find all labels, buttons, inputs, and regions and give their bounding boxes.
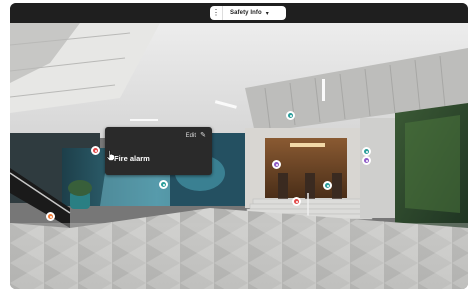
pencil-icon[interactable]: ✎ [200, 131, 206, 139]
chevron-down-icon: ▾ [265, 10, 269, 17]
tag-tooltip: Edit ✎ Fire alarm [105, 127, 212, 175]
tag-title: Fire alarm [114, 154, 150, 163]
hotspot-escalator[interactable] [46, 212, 55, 221]
edit-button[interactable]: Edit [186, 133, 196, 139]
dropdown-label: Safety Info [230, 10, 262, 16]
viewer-frame: ⋮ Safety Info ▾ Edit ✎ Fire alarm [10, 3, 468, 289]
hotspot-center[interactable] [323, 181, 332, 190]
hotspot-fire-alarm[interactable] [91, 146, 100, 155]
lobby-panorama[interactable] [10, 23, 468, 289]
hotspot-ceiling[interactable] [286, 111, 295, 120]
top-toolbar: ⋮ Safety Info ▾ [10, 3, 468, 23]
vertical-dots-icon[interactable]: ⋮ [210, 6, 223, 20]
safety-info-dropdown[interactable]: ⋮ Safety Info ▾ [210, 6, 286, 20]
hand-cursor-icon [106, 150, 115, 161]
hotspot-teal-right[interactable] [362, 147, 371, 156]
hotspot-purple-right[interactable] [362, 156, 371, 165]
hotspot-purple-left[interactable] [272, 160, 281, 169]
hotspot-left-wall[interactable] [159, 180, 168, 189]
hotspot-red-steps[interactable] [292, 197, 301, 206]
